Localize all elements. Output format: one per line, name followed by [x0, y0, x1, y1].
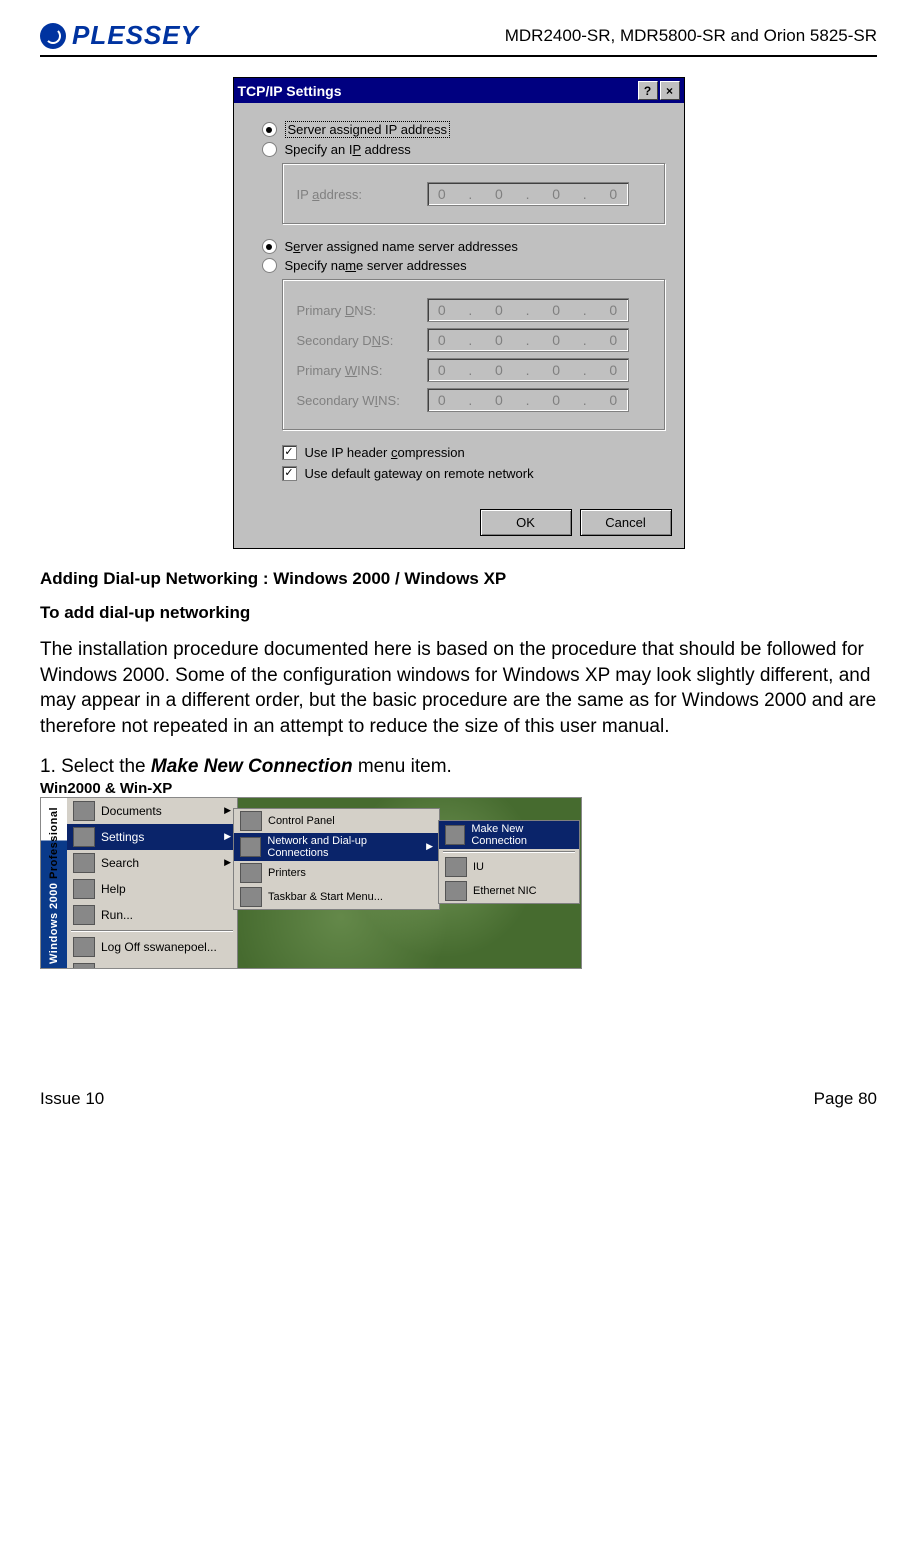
start-item-search[interactable]: Search▶: [67, 850, 237, 876]
submenu-make-new-connection[interactable]: Make New Connection: [439, 821, 579, 849]
secondary-dns-label: Secondary DNS:: [297, 333, 427, 348]
dialog-title: TCP/IP Settings: [238, 83, 636, 99]
submenu-control-panel[interactable]: Control Panel: [234, 809, 439, 833]
primary-dns-label: Primary DNS:: [297, 303, 427, 318]
ok-button[interactable]: OK: [480, 509, 572, 536]
submenu-ethernet[interactable]: Ethernet NIC: [439, 879, 579, 903]
secondary-wins-label: Secondary WINS:: [297, 393, 427, 408]
primary-wins-label: Primary WINS:: [297, 363, 427, 378]
start-menu-column: Documents▶ Settings▶ Search▶ Help Run...…: [67, 798, 238, 968]
logoff-icon: [73, 937, 95, 957]
settings-icon: [73, 827, 95, 847]
submenu-taskbar[interactable]: Taskbar & Start Menu...: [234, 885, 439, 909]
check-icon: ✓: [282, 466, 297, 481]
primary-dns-input: 0. 0. 0. 0: [427, 298, 629, 322]
primary-wins-input: 0. 0. 0. 0: [427, 358, 629, 382]
figure-caption: Win2000 & Win-XP: [40, 780, 877, 797]
new-connection-icon: [445, 825, 465, 845]
radio-icon: [262, 142, 277, 157]
start-item-documents[interactable]: Documents▶: [67, 798, 237, 824]
settings-submenu: Control Panel Network and Dial-up Connec…: [233, 808, 440, 910]
shutdown-icon: [73, 963, 95, 969]
search-icon: [73, 853, 95, 873]
windows2000-strip: Windows 2000 Professional: [41, 798, 67, 968]
start-menu-screenshot: Windows 2000 Professional Documents▶ Set…: [40, 797, 582, 969]
issue-number: Issue 10: [40, 1089, 104, 1109]
radio-label: Server assigned name server addresses: [285, 239, 518, 254]
submenu-iu[interactable]: IU: [439, 855, 579, 879]
header-title: MDR2400-SR, MDR5800-SR and Orion 5825-SR: [505, 26, 877, 46]
step-1: 1. Select the Make New Connection menu i…: [40, 756, 877, 778]
checkbox-label: Use default gateway on remote network: [305, 466, 534, 481]
secondary-wins-input: 0. 0. 0. 0: [427, 388, 629, 412]
tcpip-dialog: TCP/IP Settings ? × Server assigned IP a…: [233, 77, 685, 549]
radio-label: Server assigned IP address: [285, 121, 450, 138]
page-number: Page 80: [814, 1089, 877, 1109]
cancel-button[interactable]: Cancel: [580, 509, 672, 536]
logo: PLESSEY: [40, 20, 199, 51]
radio-specify-dns[interactable]: Specify name server addresses: [262, 258, 666, 273]
radio-label: Specify an IP address: [285, 142, 411, 157]
radio-server-ip[interactable]: Server assigned IP address: [262, 121, 666, 138]
dialog-titlebar: TCP/IP Settings ? ×: [234, 78, 684, 103]
network-icon: [240, 837, 261, 857]
connection-icon: [445, 857, 467, 877]
section-heading: Adding Dial-up Networking : Windows 2000…: [40, 569, 877, 589]
secondary-dns-input: 0. 0. 0. 0: [427, 328, 629, 352]
ip-address-input: 0. 0. 0. 0: [427, 182, 629, 206]
submenu-network[interactable]: Network and Dial-up Connections▶: [234, 833, 439, 861]
ethernet-icon: [445, 881, 467, 901]
radio-icon: [262, 258, 277, 273]
logo-text: PLESSEY: [72, 20, 199, 51]
radio-label: Specify name server addresses: [285, 258, 467, 273]
submenu-printers[interactable]: Printers: [234, 861, 439, 885]
radio-server-dns[interactable]: Server assigned name server addresses: [262, 239, 666, 254]
control-panel-icon: [240, 811, 262, 831]
network-submenu: Make New Connection IU Ethernet NIC: [438, 820, 580, 904]
help-button[interactable]: ?: [638, 81, 658, 100]
page-footer: Issue 10 Page 80: [40, 1089, 877, 1109]
help-icon: [73, 879, 95, 899]
radio-specify-ip[interactable]: Specify an IP address: [262, 142, 666, 157]
ip-group: IP address: 0. 0. 0. 0: [282, 163, 666, 225]
start-item-settings[interactable]: Settings▶: [67, 824, 237, 850]
taskbar-icon: [240, 887, 262, 907]
start-item-shutdown[interactable]: Shut Down...: [67, 960, 237, 969]
dns-group: Primary DNS: 0. 0. 0. 0 Secondary DNS: 0…: [282, 279, 666, 431]
documents-icon: [73, 801, 95, 821]
run-icon: [73, 905, 95, 925]
printers-icon: [240, 863, 262, 883]
radio-icon: [262, 122, 277, 137]
start-item-run[interactable]: Run...: [67, 902, 237, 928]
checkbox-default-gateway[interactable]: ✓ Use default gateway on remote network: [282, 466, 666, 481]
subsection-heading: To add dial-up networking: [40, 603, 877, 623]
close-button[interactable]: ×: [660, 81, 680, 100]
checkbox-label: Use IP header compression: [305, 445, 465, 460]
start-item-logoff[interactable]: Log Off sswanepoel...: [67, 934, 237, 960]
page-header: PLESSEY MDR2400-SR, MDR5800-SR and Orion…: [40, 20, 877, 57]
radio-icon: [262, 239, 277, 254]
body-paragraph: The installation procedure documented he…: [40, 637, 877, 740]
plessey-logo-icon: [40, 23, 66, 49]
checkbox-ip-compression[interactable]: ✓ Use IP header compression: [282, 445, 666, 460]
check-icon: ✓: [282, 445, 297, 460]
start-item-help[interactable]: Help: [67, 876, 237, 902]
ip-address-label: IP address:: [297, 187, 427, 202]
